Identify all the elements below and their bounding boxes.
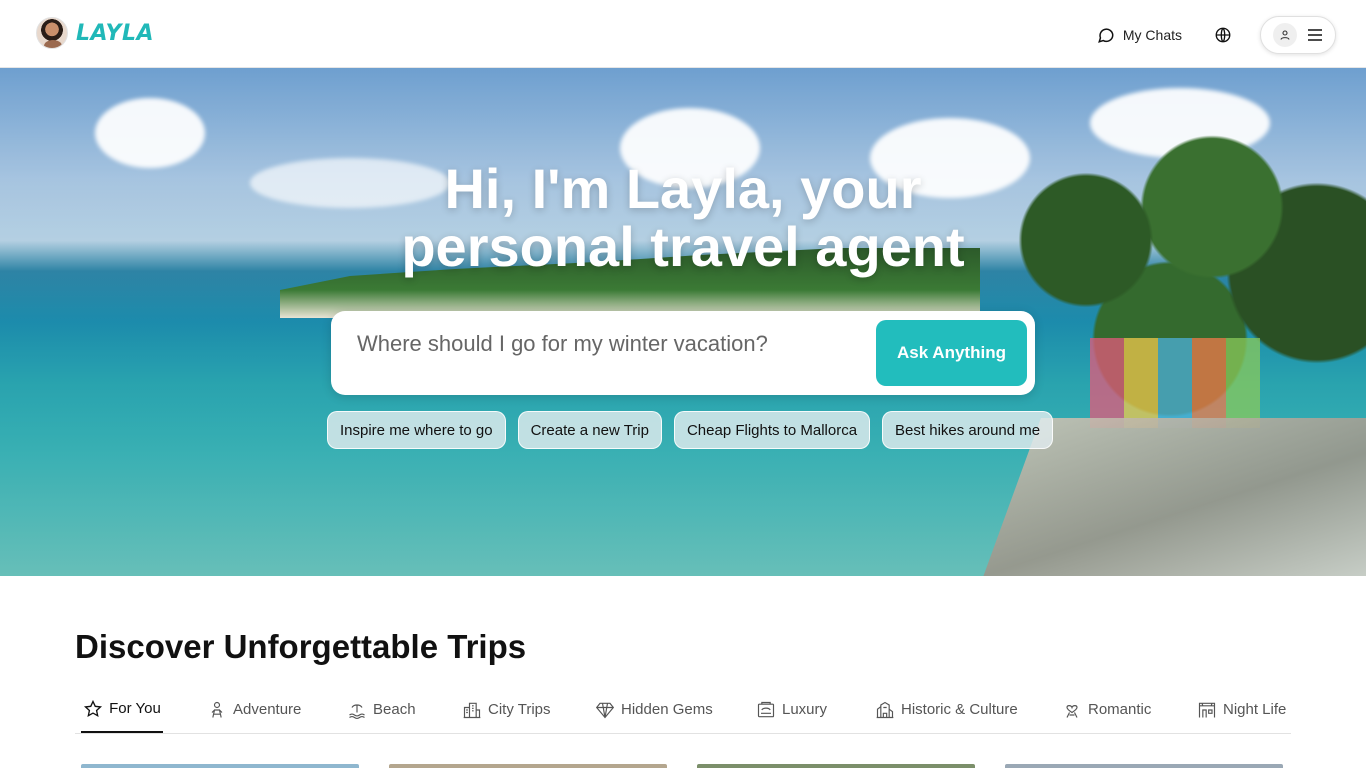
hero-title-line-1: Hi, I'm Layla, your xyxy=(444,157,922,220)
header-nav: My Chats xyxy=(1097,16,1336,54)
tab-beach[interactable]: Beach xyxy=(347,686,416,733)
tab-label: For You xyxy=(109,700,161,717)
chat-bubble-icon xyxy=(1097,28,1114,43)
my-chats-link[interactable]: My Chats xyxy=(1097,26,1182,44)
suggestion-chips: Inspire me where to go Create a new Trip… xyxy=(327,411,1054,449)
colorful-building xyxy=(1090,338,1260,428)
historic-icon xyxy=(876,701,894,718)
tab-label: Adventure xyxy=(233,701,302,718)
tab-label: Beach xyxy=(373,701,416,718)
city-icon xyxy=(463,702,481,718)
discover-title: Discover Unforgettable Trips xyxy=(75,628,527,665)
ask-anything-button[interactable]: Ask Anything xyxy=(876,320,1027,386)
tab-hidden-gems[interactable]: Hidden Gems xyxy=(595,686,713,733)
user-avatar xyxy=(1273,23,1297,47)
romantic-icon xyxy=(1066,704,1078,718)
chip-cheap-flights[interactable]: Cheap Flights to Mallorca xyxy=(673,411,871,449)
tab-luxury[interactable]: Luxury xyxy=(756,686,827,733)
tab-night-life[interactable]: Night Life xyxy=(1197,686,1286,733)
tab-historic-culture[interactable]: Historic & Culture xyxy=(875,686,1018,733)
tab-city-trips[interactable]: City Trips xyxy=(462,686,551,733)
cloud-decoration xyxy=(95,98,205,168)
tab-romantic[interactable]: Romantic xyxy=(1062,686,1151,733)
tab-label: Hidden Gems xyxy=(621,701,713,718)
hero-title: Hi, I'm Layla, your personal travel agen… xyxy=(0,160,1366,276)
user-menu-button[interactable] xyxy=(1260,16,1336,54)
adventure-icon xyxy=(211,701,223,718)
tab-for-you[interactable]: For You xyxy=(81,686,163,733)
tab-label: City Trips xyxy=(488,701,551,718)
trip-card-preview[interactable] xyxy=(1005,764,1283,768)
brand-name: LAYLA xyxy=(76,20,154,46)
nightlife-icon xyxy=(1198,702,1216,717)
beach-icon xyxy=(349,703,365,719)
star-icon xyxy=(84,699,103,717)
chip-inspire[interactable]: Inspire me where to go xyxy=(327,411,506,449)
trip-card-preview[interactable] xyxy=(389,764,667,768)
gem-icon xyxy=(595,702,615,718)
layla-avatar xyxy=(36,17,68,49)
tab-label: Night Life xyxy=(1223,701,1287,718)
tab-label: Luxury xyxy=(782,701,828,718)
category-tabs: For You Adventure Beach City Trips Hidde… xyxy=(75,686,1291,734)
tab-label: Romantic xyxy=(1088,701,1152,718)
my-chats-label: My Chats xyxy=(1122,27,1182,43)
hero-title-line-2: personal travel agent xyxy=(401,215,965,278)
chip-create-trip[interactable]: Create a new Trip xyxy=(517,411,662,449)
logo[interactable]: LAYLA xyxy=(36,17,154,49)
tab-adventure[interactable]: Adventure xyxy=(207,686,301,733)
tab-label: Historic & Culture xyxy=(901,701,1018,718)
search-box: Ask Anything xyxy=(331,311,1035,395)
trip-card-preview[interactable] xyxy=(697,764,975,768)
chip-best-hikes[interactable]: Best hikes around me xyxy=(882,411,1054,449)
hero-section: Hi, I'm Layla, your personal travel agen… xyxy=(0,68,1366,576)
user-icon xyxy=(1280,30,1290,40)
search-input[interactable] xyxy=(357,329,857,359)
luxury-icon xyxy=(757,701,775,717)
top-header: LAYLA My Chats xyxy=(0,0,1366,68)
trip-card-preview[interactable] xyxy=(81,764,359,768)
hamburger-menu-icon xyxy=(1308,29,1322,41)
globe-icon[interactable] xyxy=(1214,26,1232,44)
